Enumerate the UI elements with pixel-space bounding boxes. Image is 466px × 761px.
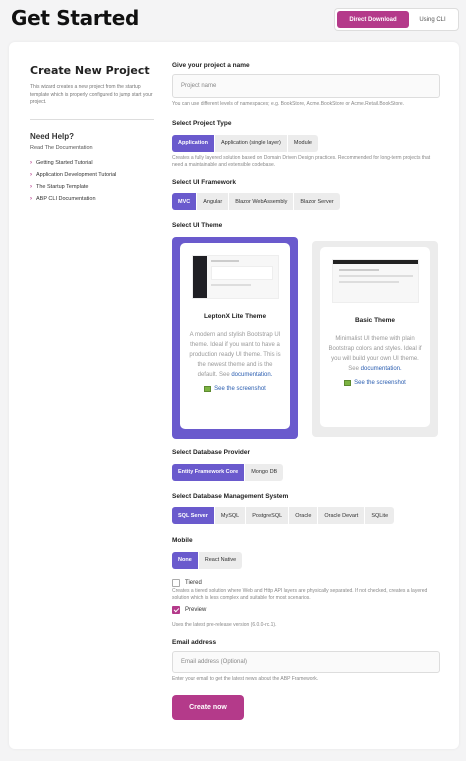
- ui-theme-label: Select UI Theme: [172, 222, 223, 229]
- using-cli-button[interactable]: Using CLI: [409, 11, 456, 28]
- help-link-label: ABP CLI Documentation: [36, 195, 96, 202]
- dbms-oracle[interactable]: Oracle: [289, 507, 319, 524]
- chevron-right-icon: ›: [30, 171, 32, 178]
- project-name-hint: You can use different levels of namespac…: [172, 101, 405, 107]
- help-link-cli-docs[interactable]: › ABP CLI Documentation: [30, 193, 154, 205]
- project-type-module[interactable]: Module: [288, 135, 318, 152]
- ui-framework-group: MVC Angular Blazor WebAssembly Blazor Se…: [172, 193, 340, 210]
- mobile-react-native[interactable]: React Native: [199, 552, 243, 569]
- see-screenshot-label: See the screenshot: [214, 386, 266, 392]
- theme-preview-basic: [331, 259, 419, 303]
- ui-framework-mvc[interactable]: MVC: [172, 193, 198, 210]
- dbms-label: Select Database Management System: [172, 492, 289, 500]
- see-screenshot-label: See the screenshot: [354, 380, 406, 386]
- db-provider-label: Select Database Provider: [172, 449, 251, 456]
- project-type-group: Application Application (single layer) M…: [172, 134, 318, 152]
- wizard-form: Give your project a name Project name Yo…: [172, 62, 440, 720]
- ui-framework-blazor-server[interactable]: Blazor Server: [294, 193, 339, 210]
- tiered-label: Tiered: [185, 579, 202, 586]
- theme-description: Minimalist UI theme with plain Bootstrap…: [328, 334, 422, 374]
- theme-preview-leptonx: [191, 255, 279, 299]
- see-screenshot-link[interactable]: See the screenshot: [320, 380, 430, 386]
- dbms-mysql[interactable]: MySQL: [215, 507, 247, 524]
- dbms-oracle-devart[interactable]: Oracle Devart: [318, 507, 366, 524]
- theme-card-basic[interactable]: Basic Theme Minimalist UI theme with pla…: [312, 241, 438, 437]
- download-mode-switch: Direct Download Using CLI: [334, 8, 459, 31]
- sidebar-description: This wizard creates a new project from t…: [30, 84, 153, 105]
- project-name-input[interactable]: Project name: [172, 74, 440, 98]
- direct-download-button[interactable]: Direct Download: [337, 11, 409, 28]
- db-provider-efcore[interactable]: Entity Framework Core: [172, 463, 246, 481]
- mobile-none[interactable]: None: [172, 551, 199, 569]
- theme-options: LeptonX Lite Theme A modern and stylish …: [172, 237, 440, 439]
- help-links: › Getting Started Tutorial › Application D…: [30, 157, 154, 205]
- help-link-label: The Startup Template: [36, 183, 89, 190]
- chevron-right-icon: ›: [30, 195, 32, 202]
- theme-name: LeptonX Lite Theme: [203, 313, 267, 320]
- dbms-sqlserver[interactable]: SQL Server: [172, 507, 215, 524]
- help-link-label: Application Development Tutorial: [36, 171, 117, 178]
- project-type-single-layer[interactable]: Application (single layer): [215, 134, 288, 152]
- sidebar-heading: Create New Project: [30, 64, 150, 77]
- tiered-checkbox[interactable]: [172, 578, 180, 587]
- chevron-right-icon: ›: [30, 159, 32, 166]
- theme-docs-link[interactable]: documentation.: [361, 366, 402, 372]
- dbms-sqlite[interactable]: SQLite: [365, 507, 394, 524]
- project-type-label: Select Project Type: [172, 120, 232, 127]
- help-link-label: Getting Started Tutorial: [36, 159, 93, 166]
- ui-framework-label: Select UI Framework: [172, 178, 236, 186]
- help-link-app-dev[interactable]: › Application Development Tutorial: [30, 169, 154, 181]
- ui-framework-blazor-wasm[interactable]: Blazor WebAssembly: [229, 193, 295, 210]
- docs-label: Read The Documentation: [30, 144, 93, 151]
- preview-checkbox[interactable]: [172, 605, 180, 614]
- project-type-application[interactable]: Application: [172, 134, 215, 152]
- theme-card-leptonx-lite[interactable]: LeptonX Lite Theme A modern and stylish …: [172, 237, 298, 439]
- ui-framework-angular[interactable]: Angular: [197, 193, 230, 210]
- email-hint: Enter your email to get the latest news …: [172, 675, 319, 682]
- project-type-hint: Creates a fully layered solution based o…: [172, 154, 431, 168]
- image-icon: [204, 386, 212, 392]
- tiered-option: Tiered: [172, 578, 440, 587]
- help-link-startup-template[interactable]: › The Startup Template: [30, 181, 154, 193]
- theme-name: Basic Theme: [354, 317, 396, 324]
- mobile-group: None React Native: [172, 551, 243, 569]
- wizard-card: Create New Project This wizard creates a…: [9, 42, 459, 749]
- email-input[interactable]: Email address (Optional): [172, 650, 440, 673]
- db-provider-mongodb[interactable]: Mongo DB: [245, 464, 283, 481]
- see-screenshot-link[interactable]: See the screenshot: [180, 386, 290, 392]
- email-label: Email address: [172, 638, 217, 646]
- preview-option: Preview: [172, 605, 440, 614]
- mobile-label: Mobile: [172, 537, 193, 544]
- tiered-hint: Creates a tiered solution where Web and …: [172, 587, 428, 601]
- dbms-postgresql[interactable]: PostgreSQL: [246, 507, 290, 524]
- project-name-label: Give your project a name: [172, 62, 250, 69]
- create-now-button[interactable]: Create now: [172, 694, 244, 720]
- theme-description: A modern and stylish Bootstrap UI theme.…: [188, 330, 282, 380]
- theme-docs-link[interactable]: documentation.: [231, 372, 272, 378]
- sidebar: Create New Project This wizard creates a…: [30, 64, 154, 205]
- page-title: Get Started: [11, 6, 139, 30]
- chevron-right-icon: ›: [30, 183, 32, 190]
- preview-hint: Uses the latest pre-release version (6.0…: [172, 621, 277, 628]
- help-heading: Need Help?: [30, 131, 75, 141]
- image-icon: [344, 380, 352, 386]
- sidebar-divider: [30, 118, 154, 120]
- preview-label: Preview: [185, 606, 207, 613]
- dbms-group: SQL Server MySQL PostgreSQL Oracle Oracl…: [172, 507, 395, 524]
- help-link-getting-started[interactable]: › Getting Started Tutorial: [30, 157, 154, 169]
- db-provider-group: Entity Framework Core Mongo DB: [172, 463, 284, 481]
